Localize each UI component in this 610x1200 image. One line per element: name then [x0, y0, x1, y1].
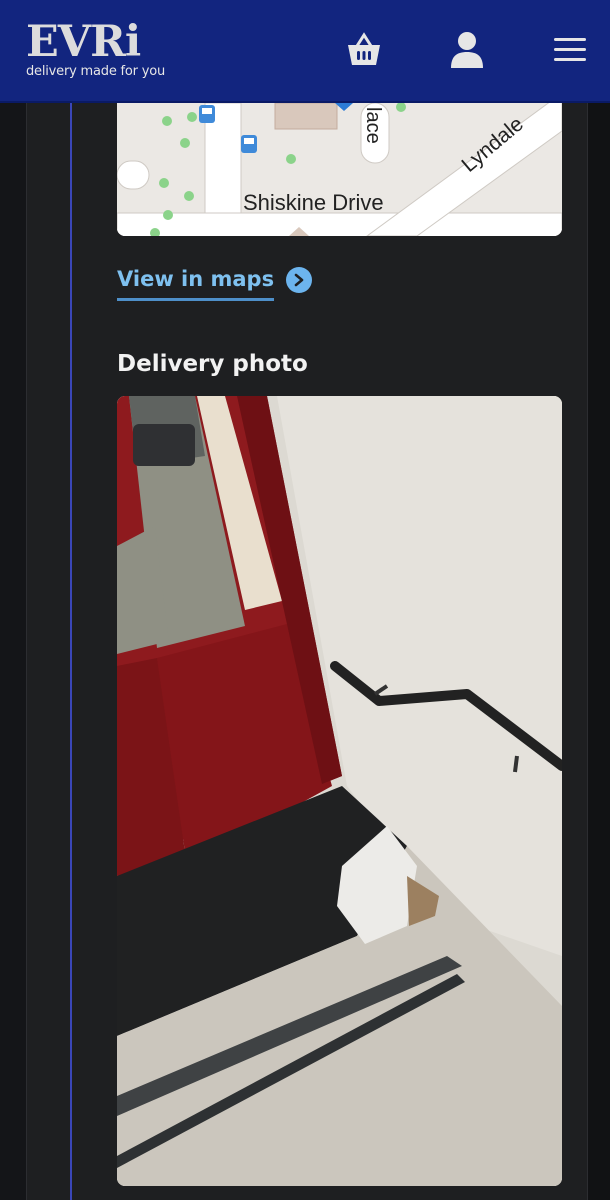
- logo-tagline: delivery made for you: [26, 64, 166, 79]
- basket-icon[interactable]: [342, 28, 386, 72]
- left-gutter: [0, 103, 26, 1200]
- evri-logo[interactable]: EVRi delivery made for you: [26, 20, 186, 82]
- logo-wordmark: EVRi: [26, 17, 141, 67]
- menu-icon[interactable]: [548, 28, 592, 72]
- account-icon[interactable]: [445, 28, 489, 72]
- delivery-location-map[interactable]: Shiskine Drive Lyndale lace: [117, 103, 562, 236]
- view-in-maps-link[interactable]: View in maps: [117, 264, 313, 302]
- view-in-maps-label[interactable]: View in maps: [117, 266, 275, 301]
- site-header: EVRi delivery made for you: [0, 0, 610, 103]
- map-label-shiskine-drive: Shiskine Drive: [243, 190, 384, 215]
- delivery-photo-heading: Delivery photo: [117, 351, 308, 377]
- timeline-line: [70, 103, 72, 1200]
- delivery-photo[interactable]: [117, 396, 562, 1186]
- chevron-right-icon[interactable]: [286, 267, 313, 293]
- right-gutter: [588, 103, 610, 1200]
- map-label-place: lace: [362, 107, 384, 144]
